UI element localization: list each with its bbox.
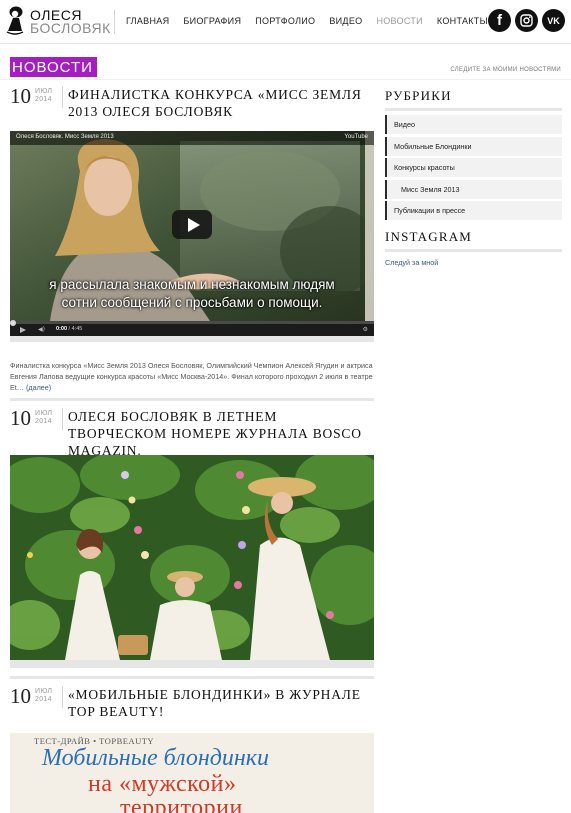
video-player[interactable]: Олеся Бословяк. Мисс Земля 2013 YouTube … [10, 131, 374, 336]
logo-name-last: БОСЛОВЯК [30, 20, 111, 36]
control-play-icon[interactable] [20, 327, 26, 333]
post-date-day: 10 [10, 684, 31, 708]
post-divider [10, 676, 374, 679]
post-date-month: ИЮЛ [35, 688, 53, 695]
instagram-title: INSTAGRAM [385, 229, 473, 244]
volume-icon[interactable]: ◀) [38, 326, 45, 333]
post-date-day: 10 [10, 84, 31, 108]
play-icon [187, 217, 200, 232]
magazine-headline-1: Мобильные блондинки [42, 745, 270, 771]
progress-handle[interactable] [10, 320, 16, 326]
category-item-beauty-contests[interactable]: Конкурсы красоты [385, 158, 562, 177]
instagram-icon[interactable] [515, 9, 538, 32]
magazine-photo [10, 455, 374, 660]
category-item-press[interactable]: Публикации в прессе [385, 201, 562, 220]
post-image[interactable]: ТЕСТ-ДРАЙВ • TOPBEAUTY Мобильные блондин… [10, 733, 374, 813]
categories-title: РУБРИКИ [385, 88, 452, 103]
post-date-year: 2014 [35, 696, 52, 703]
nav-item-contacts[interactable]: КОНТАКТЫ [437, 16, 488, 26]
post-excerpt: Финалистка конкурса «Мисс Земля 2013 Оле… [10, 360, 374, 393]
nav-item-home[interactable]: ГЛАВНАЯ [126, 16, 169, 26]
video-subtitle-line-2: сотни сообщений с просьбами о помощи. [61, 295, 323, 310]
video-subtitle-line-1: я рассылала знакомым и незнакомым людям [49, 277, 335, 292]
facebook-icon[interactable]: f [488, 9, 511, 32]
post-title[interactable]: ОЛЕСЯ БОСЛОВЯК В ЛЕТНЕМ ТВОРЧЕСКОМ НОМЕР… [68, 408, 374, 459]
site-logo[interactable]: ОЛЕСЯ БОСЛОВЯК [4, 5, 111, 37]
youtube-logo[interactable]: YouTube [344, 134, 368, 140]
nav-item-portfolio[interactable]: ПОРТФОЛИО [255, 16, 315, 26]
instagram-widget: INSTAGRAM Следуй за мной [385, 229, 562, 267]
post-date: 10 ИЮЛ 2014 [10, 684, 66, 710]
categories-divider [385, 108, 562, 111]
post-title[interactable]: ФИНАЛИСТКА КОНКУРСА «МИСС ЗЕМЛЯ 2013 ОЛЕ… [68, 86, 374, 120]
instagram-divider [385, 249, 562, 252]
date-divider [62, 86, 63, 108]
nav-item-video[interactable]: ВИДЕО [329, 16, 362, 26]
video-title-bar: Олеся Бословяк. Мисс Земля 2013 YouTube [10, 131, 374, 145]
categories-list: Видео Мобильные Блондинки Конкурсы красо… [385, 115, 562, 220]
sidebar: РУБРИКИ Видео Мобильные Блондинки Конкур… [385, 88, 562, 267]
video-title[interactable]: Олеся Бословяк. Мисс Земля 2013 [16, 134, 114, 140]
post-date-year: 2014 [35, 96, 52, 103]
post-title[interactable]: «МОБИЛЬНЫЕ БЛОНДИНКИ» В ЖУРНАЛЕ TOP BEAU… [68, 686, 374, 720]
post-excerpt-text: Финалистка конкурса «Мисс Земля 2013 Оле… [10, 361, 373, 392]
video-time: 0:00 / 4:45 [56, 326, 82, 332]
settings-icon[interactable]: ⚙ [363, 326, 368, 333]
video-time-total: / 4:45 [68, 326, 83, 332]
image-footer-bar [10, 660, 374, 668]
follow-news-link[interactable]: СЛЕДИТЕ ЗА МОИМИ НОВОСТЯМИ [450, 67, 561, 73]
post-date-month: ИЮЛ [35, 88, 53, 95]
video-controls: ◀) 0:00 / 4:45 ⚙ [10, 320, 374, 336]
date-divider [62, 686, 63, 708]
post-date: 10 ИЮЛ 2014 [10, 406, 66, 432]
category-item-video[interactable]: Видео [385, 115, 562, 134]
read-more-link[interactable]: (далее) [26, 383, 51, 392]
page-title: НОВОСТИ [10, 57, 97, 77]
video-time-current: 0:00 [56, 326, 68, 332]
post-date-year: 2014 [35, 418, 52, 425]
play-button[interactable] [172, 210, 212, 239]
magazine-headline-3: территории [120, 795, 243, 813]
post-divider [10, 398, 374, 401]
post-date-day: 10 [10, 406, 31, 430]
nav-divider [114, 10, 115, 34]
instagram-follow-link[interactable]: Следуй за мной [385, 258, 562, 267]
post-image[interactable] [10, 455, 374, 660]
date-divider [62, 408, 63, 430]
category-item-mobile-blondes[interactable]: Мобильные Блондинки [385, 136, 562, 156]
post-date: 10 ИЮЛ 2014 [10, 84, 66, 110]
magazine-headline-2: на «мужской» [88, 771, 237, 797]
video-footer-bar [10, 336, 374, 342]
site-header: ОЛЕСЯ БОСЛОВЯК ГЛАВНАЯ БИОГРАФИЯ ПОРТФОЛ… [0, 0, 571, 44]
nav-item-biography[interactable]: БИОГРАФИЯ [183, 16, 241, 26]
main-nav: ГЛАВНАЯ БИОГРАФИЯ ПОРТФОЛИО ВИДЕО НОВОСТ… [126, 16, 488, 26]
nav-item-news[interactable]: НОВОСТИ [376, 16, 422, 26]
video-progress-bar[interactable] [10, 320, 374, 326]
vk-icon[interactable]: VK [542, 9, 565, 32]
category-item-miss-earth-2013[interactable]: Мисс Земля 2013 [385, 179, 562, 199]
header-divider [0, 79, 571, 80]
post-date-month: ИЮЛ [35, 410, 53, 417]
logo-figure-icon [6, 6, 24, 35]
